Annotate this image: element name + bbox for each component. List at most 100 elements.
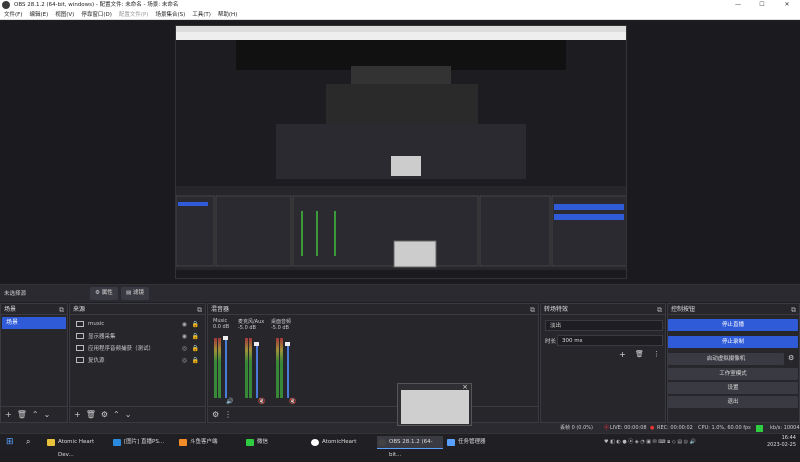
window-thumbnail: [401, 390, 469, 424]
volume-meter: [276, 338, 279, 398]
move-up-button[interactable]: ⌃: [32, 410, 39, 419]
muted-speaker-icon[interactable]: 🔇: [258, 398, 265, 405]
add-source-button[interactable]: +: [74, 410, 81, 419]
preview-area[interactable]: [0, 21, 800, 284]
menu-docks[interactable]: 停靠窗口(D): [81, 10, 112, 19]
taskbar-item[interactable]: [图片] 直播PS...: [112, 436, 176, 449]
add-transition-button[interactable]: +: [619, 350, 626, 359]
source-label: music: [88, 321, 105, 327]
exit-button[interactable]: 退出: [668, 396, 798, 408]
close-icon[interactable]: ✕: [776, 0, 798, 10]
visibility-eye-icon[interactable]: ◎: [182, 357, 187, 364]
lock-icon[interactable]: 🔒: [192, 345, 199, 352]
stop-streaming-button[interactable]: 停止直播: [668, 319, 798, 331]
taskbar-item-label: 斗鱼客户端: [190, 439, 218, 445]
undock-icon[interactable]: ⧉: [657, 305, 662, 316]
stop-recording-button[interactable]: 停止录制: [668, 336, 798, 348]
taskbar-item[interactable]: 微信: [245, 436, 305, 449]
scenes-dock: 场景 ⧉ 场景 + 🗑 ⌃ ⌄: [0, 303, 68, 423]
fader-handle[interactable]: [223, 336, 228, 340]
remove-scene-button[interactable]: 🗑: [17, 410, 27, 419]
clock[interactable]: 16:44 2023-02-25: [767, 435, 796, 449]
menu-scene-collection[interactable]: 场景集合(S): [155, 10, 185, 19]
rec-time: REC: 00:00:02: [657, 425, 693, 431]
menu-edit[interactable]: 编辑(E): [29, 10, 48, 19]
fader-handle[interactable]: [254, 342, 259, 346]
volume-fader[interactable]: [256, 344, 258, 398]
undock-icon[interactable]: ⧉: [197, 305, 202, 316]
remove-source-button[interactable]: 🗑: [86, 410, 96, 419]
move-up-button[interactable]: ⌃: [113, 410, 120, 419]
menu-help[interactable]: 帮助(H): [218, 10, 237, 19]
search-icon[interactable]: ⌕: [26, 437, 30, 447]
obs-logo-icon: [2, 1, 10, 9]
connection-status-icon: [756, 425, 763, 432]
muted-speaker-icon[interactable]: 🔇: [289, 398, 296, 405]
volume-fader[interactable]: [225, 338, 227, 398]
source-item[interactable]: music ◉ 🔒: [70, 318, 205, 330]
taskbar-item[interactable]: 斗鱼客户端: [178, 436, 242, 449]
start-virtual-camera-button[interactable]: 启动虚拟摄像机: [668, 353, 784, 365]
filters-button[interactable]: ▤ 滤镜: [121, 287, 149, 300]
windows-taskbar: ⊞ ⌕ Atomic Heart Dev... [图片] 直播PS... 斗鱼客…: [0, 433, 800, 458]
undock-icon[interactable]: ⧉: [791, 305, 796, 316]
visibility-eye-icon[interactable]: ◎: [182, 345, 187, 352]
taskbar-item-label: AtomicHeart: [322, 439, 357, 445]
source-properties-button[interactable]: ⚙: [101, 410, 108, 419]
no-source-selected-label: 未选择源: [4, 291, 27, 297]
source-item[interactable]: 应用程序音频捕获（测试） ◎ 🔒: [70, 342, 205, 354]
undock-icon[interactable]: ⧉: [530, 305, 535, 316]
minimize-icon[interactable]: —: [727, 0, 749, 10]
taskbar-item[interactable]: Atomic Heart Dev...: [46, 436, 110, 458]
edge-icon: [113, 439, 121, 446]
volume-fader[interactable]: [287, 344, 289, 398]
transitions-dock: 转场特效 ⧉ 淡出 时长 300 ms + 🗑 ⋮: [540, 303, 666, 423]
folder-icon: [47, 439, 55, 446]
move-down-button[interactable]: ⌄: [44, 410, 51, 419]
move-down-button[interactable]: ⌄: [125, 410, 132, 419]
taskbar-item[interactable]: AtomicHeart: [310, 436, 374, 449]
speaker-icon[interactable]: 🔊: [226, 398, 233, 405]
link-icon: [76, 357, 84, 363]
source-item[interactable]: 显示器采集 ◉ 🔒: [70, 330, 205, 342]
source-item[interactable]: 复仇源 ◎ 🔒: [70, 354, 205, 366]
transition-select[interactable]: 淡出: [545, 320, 663, 331]
settings-button[interactable]: 设置: [668, 382, 798, 394]
undock-icon[interactable]: ⧉: [59, 305, 64, 316]
tray-icons[interactable]: ♥ ◧ ◐ ● ⦿ ◈ ◔ ▣ ✉ ⌨ ⧈ ◇ ▤ ◎ 🔊: [604, 438, 696, 445]
lock-icon[interactable]: 🔒: [192, 321, 199, 328]
scene-item[interactable]: 场景: [2, 317, 66, 329]
duration-input[interactable]: 300 ms: [557, 335, 663, 346]
task-manager-icon: [447, 439, 455, 446]
studio-mode-button[interactable]: 工作室模式: [668, 368, 798, 380]
transition-menu-icon[interactable]: ⋮: [653, 350, 660, 358]
window-title: OBS 28.1.2 (64-bit, windows) - 配置文件: 未命名…: [14, 2, 179, 8]
dropped-frames: 丢帧 0 (0.0%): [560, 425, 593, 431]
taskbar-item-active[interactable]: OBS 28.1.2 (64-bit...: [377, 436, 443, 458]
volume-meter: [245, 338, 248, 398]
fader-handle[interactable]: [285, 342, 290, 346]
source-toolbar: 未选择源 ⚙ 属性 ▤ 滤镜: [0, 284, 800, 302]
lock-icon[interactable]: 🔒: [192, 357, 199, 364]
start-button-icon[interactable]: ⊞: [6, 437, 14, 447]
maximize-icon[interactable]: ☐: [751, 0, 773, 10]
taskbar-item-label: 微信: [257, 439, 269, 445]
menu-file[interactable]: 文件(F): [4, 10, 22, 19]
remove-transition-button[interactable]: 🗑: [635, 350, 644, 358]
visibility-eye-icon[interactable]: ◉: [182, 321, 187, 328]
add-scene-button[interactable]: +: [5, 410, 12, 419]
menu-profile[interactable]: 配置文件(P): [119, 10, 149, 19]
mixer-menu-icon[interactable]: ⋮: [224, 410, 232, 419]
properties-button[interactable]: ⚙ 属性: [90, 287, 118, 300]
properties-label: 属性: [101, 290, 113, 296]
virtual-camera-settings-icon[interactable]: ⚙: [788, 354, 794, 362]
bitrate: kb/s: 10004: [770, 425, 800, 431]
audio-mixer-dock: 混音器 ⧉ Music 0.0 dB 麦克风/Aux -5.0 dB 桌面音频 -5.0…: [207, 303, 539, 423]
lock-icon[interactable]: 🔒: [192, 333, 199, 340]
menu-tools[interactable]: 工具(T): [192, 10, 211, 19]
obs-taskbar-preview-popup[interactable]: ×: [397, 383, 472, 426]
taskbar-item[interactable]: 任务管理器: [446, 436, 510, 449]
visibility-eye-icon[interactable]: ◉: [182, 333, 187, 340]
menu-view[interactable]: 视图(V): [55, 10, 74, 19]
advanced-audio-icon[interactable]: ⚙: [212, 410, 219, 419]
